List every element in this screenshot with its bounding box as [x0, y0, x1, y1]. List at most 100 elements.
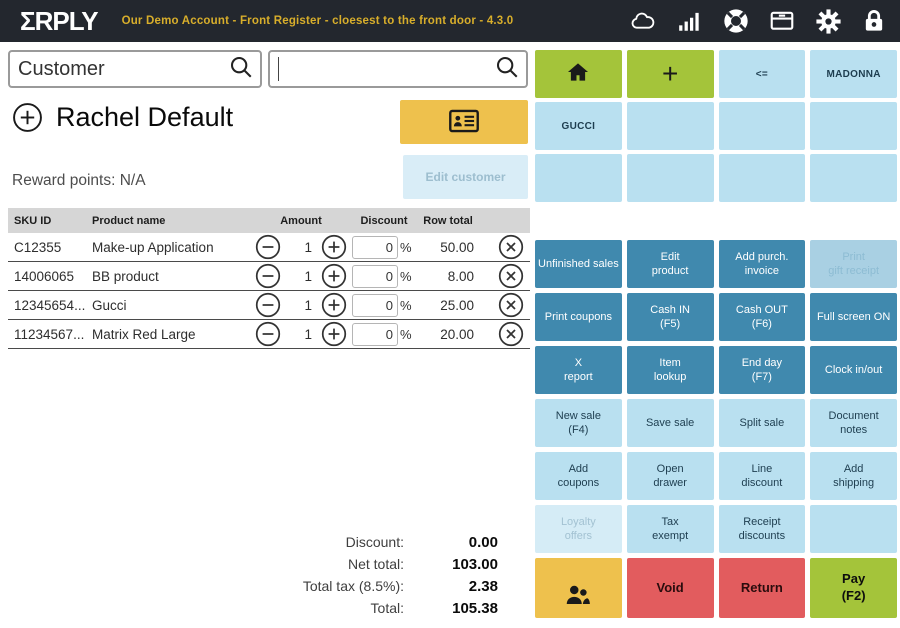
increase-quantity-button[interactable] [321, 263, 347, 289]
add-customer-icon[interactable] [12, 102, 43, 133]
void-button[interactable]: Void [627, 558, 714, 618]
receipt-discounts-button[interactable]: Receipt discounts [719, 505, 806, 553]
lock-icon[interactable] [860, 7, 888, 35]
split-sale-button[interactable]: Split sale [719, 399, 806, 447]
row-amount: 1 [286, 298, 316, 313]
new-sale-button[interactable]: New sale (F4) [535, 399, 622, 447]
id-card-icon [447, 107, 481, 138]
decrease-quantity-button[interactable] [255, 292, 281, 318]
grand-total-value: 105.38 [418, 600, 498, 617]
percent-sign: % [400, 327, 412, 342]
item-lookup-button[interactable]: Item lookup [627, 346, 714, 394]
increase-quantity-button[interactable] [321, 292, 347, 318]
full-screen-button[interactable]: Full screen ON [810, 293, 897, 341]
table-header-row: SKU ID Product name Amount Discount Row … [8, 208, 530, 233]
action-button-row: Void Return Pay (F2) [535, 558, 897, 618]
row-total: 8.00 [416, 269, 480, 284]
remove-row-button[interactable] [498, 321, 524, 347]
row-product-name: Matrix Red Large [92, 327, 250, 342]
x-report-button[interactable]: X report [535, 346, 622, 394]
customer-card-button[interactable] [400, 100, 528, 144]
quick-grid-empty-cell [810, 102, 897, 150]
table-row: 12345654... Gucci 1 % 25.00 [8, 291, 530, 320]
decrease-quantity-button[interactable] [255, 263, 281, 289]
decrease-quantity-button[interactable] [255, 234, 281, 260]
top-bar: ΣRPLY Our Demo Account - Front Register … [0, 0, 900, 42]
row-product-name: Make-up Application [92, 240, 250, 255]
total-tax-value: 2.38 [418, 578, 498, 595]
add-shipping-button[interactable]: Add shipping [810, 452, 897, 500]
return-button[interactable]: Return [719, 558, 806, 618]
increase-quantity-button[interactable] [321, 234, 347, 260]
add-purchase-invoice-button[interactable]: Add purch. invoice [719, 240, 806, 288]
tax-exempt-button[interactable]: Tax exempt [627, 505, 714, 553]
save-sale-button[interactable]: Save sale [627, 399, 714, 447]
add-product-group-button[interactable]: + [627, 50, 714, 98]
cash-out-button[interactable]: Cash OUT (F6) [719, 293, 806, 341]
text-caret [278, 57, 279, 81]
percent-sign: % [400, 298, 412, 313]
row-total: 25.00 [416, 298, 480, 313]
row-amount: 1 [286, 269, 316, 284]
clock-in-out-button[interactable]: Clock in/out [810, 346, 897, 394]
document-notes-button[interactable]: Document notes [810, 399, 897, 447]
grand-total-label: Total: [258, 600, 418, 616]
settings-gear-icon[interactable] [814, 7, 843, 36]
print-coupons-button[interactable]: Print coupons [535, 293, 622, 341]
discount-total-label: Discount: [258, 534, 418, 550]
function-grid-empty-cell [810, 505, 897, 553]
header-product: Product name [92, 215, 250, 227]
support-lifebuoy-icon[interactable] [722, 7, 750, 35]
increase-quantity-button[interactable] [321, 321, 347, 347]
signal-strength-icon[interactable] [675, 8, 705, 34]
group-madonna-button[interactable]: MADONNA [810, 50, 897, 98]
decrease-quantity-button[interactable] [255, 321, 281, 347]
row-amount: 1 [286, 327, 316, 342]
end-day-button[interactable]: End day (F7) [719, 346, 806, 394]
erply-logo: ΣRPLY [20, 6, 98, 37]
discount-input[interactable] [352, 265, 398, 288]
row-sku: 11234567... [8, 327, 92, 342]
table-row: 11234567... Matrix Red Large 1 % 20.00 [8, 320, 530, 349]
group-gucci-button[interactable]: GUCCI [535, 102, 622, 150]
quick-grid-empty-cell [719, 154, 806, 202]
customers-button[interactable] [535, 558, 622, 618]
remove-row-button[interactable] [498, 292, 524, 318]
header-discount: Discount [352, 215, 416, 227]
product-search-box [268, 50, 528, 88]
open-drawer-button[interactable]: Open drawer [627, 452, 714, 500]
home-icon [563, 58, 593, 90]
remove-row-button[interactable] [498, 234, 524, 260]
table-row: 14006065 BB product 1 % 8.00 [8, 262, 530, 291]
cloud-sync-icon[interactable] [628, 8, 658, 34]
unfinished-sales-button[interactable]: Unfinished sales [535, 240, 622, 288]
total-tax-label: Total tax (8.5%): [258, 578, 418, 594]
row-sku: C12355 [8, 240, 92, 255]
remove-row-button[interactable] [498, 263, 524, 289]
topbar-icon-group [628, 7, 888, 36]
quick-grid-empty-cell [627, 154, 714, 202]
quick-grid-empty-cell [627, 102, 714, 150]
search-icon [494, 54, 520, 85]
header-amount: Amount [250, 215, 352, 227]
discount-input[interactable] [352, 236, 398, 259]
edit-customer-button[interactable]: Edit customer [403, 155, 528, 199]
product-search-input[interactable] [281, 58, 494, 81]
discount-input[interactable] [352, 294, 398, 317]
add-coupons-button[interactable]: Add coupons [535, 452, 622, 500]
pay-button[interactable]: Pay (F2) [810, 558, 897, 618]
customer-name: Rachel Default [56, 102, 233, 133]
cash-in-button[interactable]: Cash IN (F5) [627, 293, 714, 341]
cash-drawer-icon[interactable] [767, 7, 797, 35]
discount-input[interactable] [352, 323, 398, 346]
product-group-grid: + <= MADONNA GUCCI [535, 50, 897, 202]
line-discount-button[interactable]: Line discount [719, 452, 806, 500]
customer-search-input[interactable] [18, 58, 228, 81]
group-back-button[interactable]: <= [719, 50, 806, 98]
percent-sign: % [400, 269, 412, 284]
function-button-grid: Unfinished sales Edit product Add purch.… [535, 240, 897, 553]
quick-grid-empty-cell [719, 102, 806, 150]
row-amount: 1 [286, 240, 316, 255]
home-button[interactable] [535, 50, 622, 98]
edit-product-button[interactable]: Edit product [627, 240, 714, 288]
